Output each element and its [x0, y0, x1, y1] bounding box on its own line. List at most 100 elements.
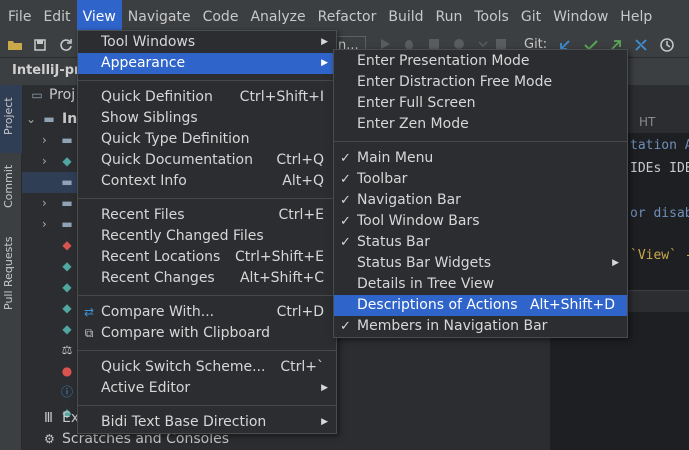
menu-item-main-menu[interactable]: ✓ Main Menu — [334, 148, 627, 169]
menu-item-active-editor[interactable]: Active Editor ▶ — [78, 378, 336, 399]
html-preview-tab[interactable]: HT — [639, 115, 655, 129]
shortcut-label: Ctrl+E — [278, 207, 325, 223]
menu-view[interactable]: View — [76, 0, 122, 34]
menu-item-appearance[interactable]: Appearance ▶ — [78, 53, 336, 74]
scratches-icon: ⚙ — [44, 432, 55, 446]
code-line: `View` - — [630, 248, 689, 263]
menu-tools[interactable]: Tools — [468, 0, 515, 34]
menu-item-status-bar[interactable]: ✓ Status Bar — [334, 232, 627, 253]
menu-item-label: Show Siblings — [101, 110, 198, 126]
libraries-icon: Ⅲ — [44, 411, 53, 426]
menu-item-recent-locations[interactable]: Recent Locations Ctrl+Shift+E — [78, 247, 336, 268]
menu-item-label: Descriptions of Actions — [357, 297, 518, 313]
module-icon: ◆ — [62, 154, 72, 168]
menu-item-navigation-bar[interactable]: ✓ Navigation Bar — [334, 190, 627, 211]
code-line: tation As — [630, 138, 689, 153]
shortcut-label: Ctrl+` — [280, 359, 324, 375]
menu-item-recent-changes[interactable]: Recent Changes Alt+Shift+C — [78, 268, 336, 289]
menu-item-label: Quick Switch Scheme... — [101, 359, 266, 375]
menu-item-label: Compare with Clipboard — [101, 325, 270, 341]
menu-navigate[interactable]: Navigate — [122, 0, 197, 34]
checkmark-icon: ✓ — [340, 214, 351, 229]
save-icon[interactable] — [31, 37, 49, 55]
menu-item-tool-window-bars[interactable]: ✓ Tool Window Bars — [334, 211, 627, 232]
open-folder-icon[interactable] — [6, 37, 24, 55]
menu-code[interactable]: Code — [197, 0, 245, 34]
menu-item-label: Quick Type Definition — [101, 131, 250, 147]
editor-tab-strip — [627, 85, 689, 113]
menu-item-enter-distraction-free-mode[interactable]: Enter Distraction Free Mode — [334, 72, 627, 93]
menu-item-quick-documentation[interactable]: Quick Documentation Ctrl+Q — [78, 150, 336, 171]
menu-item-recent-files[interactable]: Recent Files Ctrl+E — [78, 205, 336, 226]
menu-analyze[interactable]: Analyze — [244, 0, 311, 34]
menu-item-descriptions-of-actions[interactable]: Descriptions of Actions Alt+Shift+D — [334, 295, 627, 316]
menu-run[interactable]: Run — [430, 0, 469, 34]
git-branches-icon[interactable] — [632, 37, 650, 55]
menu-git[interactable]: Git — [515, 0, 547, 34]
view-menu: Tool Windows ▶ Appearance ▶ Quick Defini… — [77, 30, 337, 434]
menu-separator — [78, 295, 336, 296]
menu-item-enter-full-screen[interactable]: Enter Full Screen — [334, 93, 627, 114]
settings-file-icon: ● — [61, 364, 73, 378]
chevron-right-icon: › — [42, 196, 47, 210]
menu-item-compare-with-clipboard[interactable]: ⧉ Compare with Clipboard — [78, 323, 336, 344]
chevron-right-icon: › — [42, 154, 47, 168]
menu-item-label: Quick Definition — [101, 89, 213, 105]
menu-item-compare-with[interactable]: ⇄ Compare With... Ctrl+D — [78, 302, 336, 323]
menu-separator — [78, 198, 336, 199]
menu-item-label: Context Info — [101, 173, 187, 189]
menu-window[interactable]: Window — [547, 0, 614, 34]
menu-help[interactable]: Help — [614, 0, 658, 34]
menu-item-status-bar-widgets[interactable]: Status Bar Widgets ▶ — [334, 253, 627, 274]
menu-refactor[interactable]: Refactor — [312, 0, 383, 34]
menu-item-details-in-tree-view[interactable]: Details in Tree View — [334, 274, 627, 295]
menu-item-label: Status Bar — [357, 234, 431, 250]
menu-item-quick-switch-scheme[interactable]: Quick Switch Scheme... Ctrl+` — [78, 357, 336, 378]
menu-item-quick-type-definition[interactable]: Quick Type Definition — [78, 129, 336, 150]
appearance-submenu: Enter Presentation Mode Enter Distractio… — [333, 49, 628, 338]
checkmark-icon: ✓ — [340, 193, 351, 208]
menu-item-recently-changed-files[interactable]: Recently Changed Files — [78, 226, 336, 247]
history-clock-icon[interactable] — [658, 37, 676, 55]
shortcut-label: Ctrl+Q — [276, 152, 324, 168]
gradle-icon: ◆ — [62, 322, 72, 336]
tool-window-stripe: Project Commit Pull Requests — [0, 85, 22, 450]
menu-item-enter-presentation-mode[interactable]: Enter Presentation Mode — [334, 51, 627, 72]
menu-item-label: Compare With... — [101, 304, 215, 320]
tab-commit[interactable]: Commit — [2, 165, 15, 208]
menu-separator — [334, 141, 627, 142]
chevron-down-icon: ⌄ — [26, 112, 37, 126]
menu-file[interactable]: File — [2, 0, 37, 34]
menu-item-enter-zen-mode[interactable]: Enter Zen Mode — [334, 114, 627, 135]
checkmark-icon: ✓ — [340, 172, 351, 187]
menu-item-label: Recent Locations — [101, 249, 221, 265]
menu-item-label: Navigation Bar — [357, 192, 461, 208]
menu-item-tool-windows[interactable]: Tool Windows ▶ — [78, 32, 336, 53]
code-line: or disab — [630, 206, 689, 221]
menu-item-context-info[interactable]: Context Info Alt+Q — [78, 171, 336, 192]
chevron-right-icon: › — [42, 133, 47, 147]
checkmark-icon: ✓ — [340, 235, 351, 250]
menu-item-label: Main Menu — [357, 150, 434, 166]
folder-icon: ▬ — [61, 133, 73, 147]
menu-item-members-in-navigation-bar[interactable]: ✓ Members in Navigation Bar — [334, 316, 627, 337]
submenu-arrow-icon: ▶ — [321, 383, 328, 393]
submenu-arrow-icon: ▶ — [321, 58, 328, 68]
menu-item-toolbar[interactable]: ✓ Toolbar — [334, 169, 627, 190]
menu-item-bidi-text-base-direction[interactable]: Bidi Text Base Direction ▶ — [78, 412, 336, 433]
shortcut-label: Ctrl+Shift+I — [239, 89, 324, 105]
tab-project[interactable]: Project — [2, 97, 15, 135]
code-line: IDEs IDE — [630, 161, 689, 176]
sync-icon[interactable] — [57, 37, 75, 55]
tab-pull-requests[interactable]: Pull Requests — [2, 237, 15, 310]
menu-item-label: Toolbar — [357, 171, 408, 187]
menu-item-show-siblings[interactable]: Show Siblings — [78, 108, 336, 129]
folder-icon: ▭ — [31, 88, 43, 102]
folder-icon: ▬ — [61, 196, 73, 210]
menu-build[interactable]: Build — [382, 0, 429, 34]
gradle-icon: ◆ — [62, 301, 72, 315]
menu-item-label: Active Editor — [101, 380, 191, 396]
checkmark-icon: ✓ — [340, 319, 351, 334]
menu-item-quick-definition[interactable]: Quick Definition Ctrl+Shift+I — [78, 87, 336, 108]
menu-edit[interactable]: Edit — [37, 0, 76, 34]
